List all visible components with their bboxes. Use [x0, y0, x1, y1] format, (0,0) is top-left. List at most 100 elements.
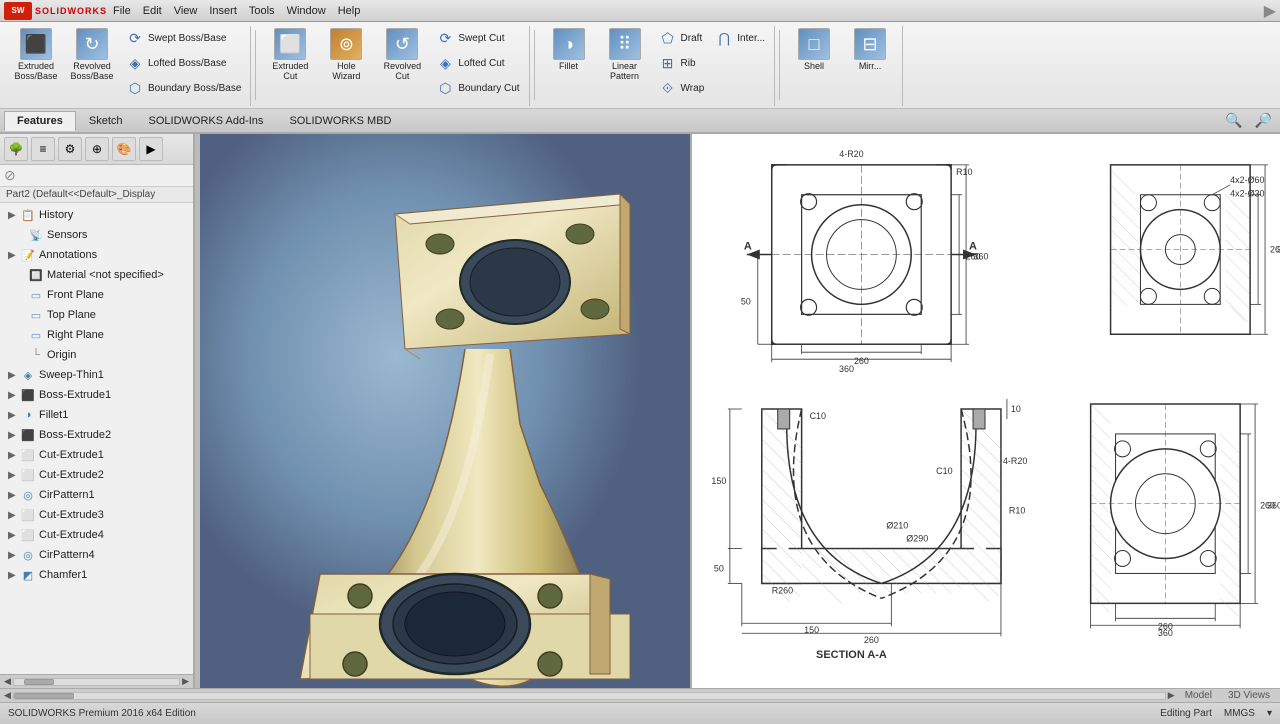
tree-item-history[interactable]: ▶ 📋 History	[0, 205, 193, 225]
expand-boss2[interactable]: ▶	[8, 430, 20, 441]
material-label: Material <not specified>	[47, 269, 164, 281]
linear-pattern-button[interactable]: ⠿ LinearPattern	[599, 26, 651, 84]
expand-chamfer1[interactable]: ▶	[8, 570, 20, 581]
main-scroll-thumb[interactable]	[14, 693, 74, 699]
intersect-button[interactable]: ⋂ Inter...	[711, 26, 768, 50]
expand-history[interactable]: ▶	[8, 210, 20, 221]
help-arrow-icon[interactable]: ▶	[1264, 1, 1276, 21]
scroll-right-arrow[interactable]: ▶	[180, 676, 191, 687]
tree-item-sweep-thin1[interactable]: ▶ ◈ Sweep-Thin1	[0, 365, 193, 385]
main-scrollbar-h[interactable]: ◀ ▶ Model 3D Views	[0, 688, 1280, 702]
tab-addins[interactable]: SOLIDWORKS Add-Ins	[136, 111, 277, 130]
extruded-cut-button[interactable]: ⬜ ExtrudedCut	[264, 26, 316, 84]
tree-item-cut-extrude3[interactable]: ▶ ⬜ Cut-Extrude3	[0, 505, 193, 525]
material-icon: 🔲	[28, 267, 44, 283]
history-icon: 📋	[20, 207, 36, 223]
scroll-main-left[interactable]: ◀	[2, 690, 13, 701]
main-scroll-track[interactable]	[13, 692, 1166, 700]
tab-features[interactable]: Features	[4, 111, 76, 131]
model-tab[interactable]: Model	[1177, 690, 1220, 701]
tree-item-cut-extrude2[interactable]: ▶ ⬜ Cut-Extrude2	[0, 465, 193, 485]
filter-icon[interactable]: ⊘	[4, 167, 16, 183]
menu-help[interactable]: Help	[332, 3, 367, 19]
hole-wizard-button[interactable]: ⊚ HoleWizard	[320, 26, 372, 84]
menu-file[interactable]: File	[107, 3, 137, 19]
tree-item-annotations[interactable]: ▶ 📝 Annotations	[0, 245, 193, 265]
tree-item-cut-extrude4[interactable]: ▶ ⬜ Cut-Extrude4	[0, 525, 193, 545]
properties-icon[interactable]: ≡	[31, 137, 55, 161]
rib-button[interactable]: ⊞ Rib	[655, 51, 708, 75]
config-icon[interactable]: ⚙	[58, 137, 82, 161]
wrap-button[interactable]: ⟐ Wrap	[655, 76, 708, 100]
3d-viewport[interactable]	[200, 134, 690, 688]
cut-extrude2-icon: ⬜	[20, 467, 36, 483]
3d-part-svg	[200, 134, 690, 688]
tree-item-material[interactable]: 🔲 Material <not specified>	[0, 265, 193, 285]
tab-mbd[interactable]: SOLIDWORKS MBD	[276, 111, 404, 130]
tree-item-cut-extrude1[interactable]: ▶ ⬜ Cut-Extrude1	[0, 445, 193, 465]
front-plane-icon: ▭	[28, 287, 44, 303]
features-top: ◑ Fillet ⠿ LinearPattern ⬠ Draft ⊞ Rib	[543, 26, 769, 100]
revolved-cut-button[interactable]: ↺ RevolvedCut	[376, 26, 428, 84]
expand-fillet1[interactable]: ▶	[8, 410, 20, 421]
scroll-track[interactable]	[13, 678, 180, 686]
draft-icon: ⬠	[658, 28, 678, 48]
boundary-cut-button[interactable]: ⬡ Boundary Cut	[432, 76, 522, 100]
shell-button[interactable]: □ Shell	[788, 26, 840, 74]
history-label: History	[39, 209, 73, 221]
tab-sketch[interactable]: Sketch	[76, 111, 136, 130]
expand-cut2[interactable]: ▶	[8, 470, 20, 481]
mirror-button[interactable]: ⊟ Mirr...	[844, 26, 896, 74]
expand-cut3[interactable]: ▶	[8, 510, 20, 521]
tree-item-origin[interactable]: └ Origin	[0, 345, 193, 365]
dimension-icon[interactable]: ⊕	[85, 137, 109, 161]
boundary-boss-base-button[interactable]: ⬡ Boundary Boss/Base	[122, 76, 244, 100]
tree-item-boss-extrude2[interactable]: ▶ ⬛ Boss-Extrude2	[0, 425, 193, 445]
tree-item-boss-extrude1[interactable]: ▶ ⬛ Boss-Extrude1	[0, 385, 193, 405]
draft-label: Draft	[681, 33, 703, 44]
tree-item-right-plane[interactable]: ▭ Right Plane	[0, 325, 193, 345]
appearance-icon[interactable]: 🎨	[112, 137, 136, 161]
tree-item-top-plane[interactable]: ▭ Top Plane	[0, 305, 193, 325]
tree-item-sensors[interactable]: 📡 Sensors	[0, 225, 193, 245]
scroll-main-right[interactable]: ▶	[1166, 690, 1177, 701]
menu-edit[interactable]: Edit	[137, 3, 168, 19]
search-commands-icon[interactable]: 🔎	[1251, 110, 1276, 131]
swept-cut-button[interactable]: ⟳ Swept Cut	[432, 26, 522, 50]
swept-cut-icon: ⟳	[435, 28, 455, 48]
dim-c10-1: C10	[810, 411, 826, 421]
ribbon-tabs: Features Sketch SOLIDWORKS Add-Ins SOLID…	[0, 108, 1280, 132]
scroll-thumb[interactable]	[24, 679, 54, 685]
scroll-left-arrow[interactable]: ◀	[2, 676, 13, 687]
boss-base-top: ⬛ ExtrudedBoss/Base ↻ RevolvedBoss/Base …	[10, 26, 244, 100]
expand-cir1[interactable]: ▶	[8, 490, 20, 501]
menu-view[interactable]: View	[168, 3, 204, 19]
draft-button[interactable]: ⬠ Draft	[655, 26, 708, 50]
tree-item-front-plane[interactable]: ▭ Front Plane	[0, 285, 193, 305]
origin-icon: └	[28, 347, 44, 363]
expand-cir4[interactable]: ▶	[8, 550, 20, 561]
menu-tools[interactable]: Tools	[243, 3, 281, 19]
tree-scrollbar[interactable]: ◀ ▶	[0, 674, 193, 688]
swept-boss-base-button[interactable]: ⟳ Swept Boss/Base	[122, 26, 244, 50]
expand-icon[interactable]: ▶	[139, 137, 163, 161]
lofted-cut-button[interactable]: ◈ Lofted Cut	[432, 51, 522, 75]
expand-cut4[interactable]: ▶	[8, 530, 20, 541]
expand-sweep[interactable]: ▶	[8, 370, 20, 381]
revolved-boss-base-button[interactable]: ↻ RevolvedBoss/Base	[66, 26, 118, 84]
feature-tree-icon[interactable]: 🌳	[4, 137, 28, 161]
3dviews-tab[interactable]: 3D Views	[1220, 690, 1278, 701]
lofted-boss-base-button[interactable]: ◈ Lofted Boss/Base	[122, 51, 244, 75]
tree-item-chamfer1[interactable]: ▶ ◩ Chamfer1	[0, 565, 193, 585]
menu-window[interactable]: Window	[281, 3, 332, 19]
extruded-boss-base-button[interactable]: ⬛ ExtrudedBoss/Base	[10, 26, 62, 84]
expand-annotations[interactable]: ▶	[8, 250, 20, 261]
tree-item-fillet1[interactable]: ▶ ◑ Fillet1	[0, 405, 193, 425]
fillet-button[interactable]: ◑ Fillet	[543, 26, 595, 74]
expand-cut1[interactable]: ▶	[8, 450, 20, 461]
tree-item-cirpattern1[interactable]: ▶ ◎ CirPattern1	[0, 485, 193, 505]
menu-insert[interactable]: Insert	[203, 3, 243, 19]
tree-item-cirpattern4[interactable]: ▶ ◎ CirPattern4	[0, 545, 193, 565]
expand-boss1[interactable]: ▶	[8, 390, 20, 401]
search-icon[interactable]: 🔍	[1221, 110, 1246, 131]
